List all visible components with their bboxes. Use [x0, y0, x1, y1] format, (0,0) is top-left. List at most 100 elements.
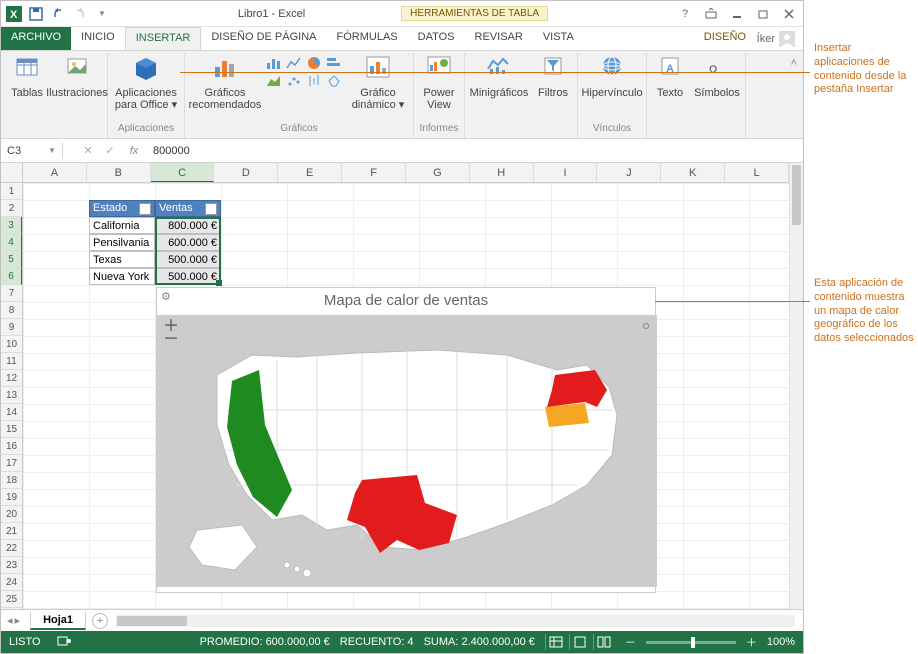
row-header[interactable]: 17 — [1, 455, 22, 472]
table-cell[interactable]: Nueva York — [89, 268, 155, 285]
row-header[interactable]: 19 — [1, 489, 22, 506]
pivotchart-button[interactable]: Gráfico dinámico ▾ — [347, 55, 409, 111]
help-icon[interactable]: ? — [675, 5, 695, 23]
fx-icon[interactable]: fx — [121, 145, 147, 157]
row-header[interactable]: 6 — [1, 268, 22, 285]
column-header[interactable]: F — [342, 163, 406, 182]
select-all-corner[interactable] — [1, 163, 23, 183]
macro-record-icon[interactable] — [57, 635, 71, 650]
zoom-level[interactable]: 100% — [767, 636, 795, 648]
column-header[interactable]: A — [23, 163, 87, 182]
zoom-out-icon[interactable]: － — [625, 634, 636, 650]
view-page-layout-icon[interactable] — [569, 634, 591, 650]
column-header[interactable]: C — [151, 163, 215, 182]
table-cell[interactable]: 800.000 € — [155, 217, 221, 234]
spreadsheet-grid[interactable]: ABCDEFGHIJKL 123456789101112131415161718… — [1, 163, 803, 609]
row-header[interactable]: 8 — [1, 302, 22, 319]
column-header[interactable]: I — [534, 163, 598, 182]
row-header[interactable]: 9 — [1, 319, 22, 336]
row-header[interactable]: 23 — [1, 557, 22, 574]
table-cell[interactable]: 500.000 € — [155, 251, 221, 268]
row-header[interactable]: 4 — [1, 234, 22, 251]
table-cell[interactable]: Texas — [89, 251, 155, 268]
column-header[interactable]: B — [87, 163, 151, 182]
column-header[interactable]: K — [661, 163, 725, 182]
vertical-scrollbar[interactable] — [789, 163, 803, 609]
table-cell[interactable]: 500.000 € — [155, 268, 221, 285]
recommended-charts-button[interactable]: Gráficos recomendados — [189, 55, 261, 111]
sparklines-button[interactable]: Minigráficos — [469, 55, 529, 111]
row-header[interactable]: 11 — [1, 353, 22, 370]
signed-in-user[interactable]: Íker — [757, 31, 795, 47]
table-header-estado[interactable]: Estado▾ — [89, 200, 155, 217]
close-icon[interactable] — [779, 5, 799, 23]
row-header[interactable]: 16 — [1, 438, 22, 455]
app-settings-gear-icon[interactable]: ⚙ — [161, 290, 171, 303]
symbols-button[interactable]: ΩSímbolos — [693, 55, 741, 111]
content-app-heatmap[interactable]: ⚙ Mapa de calor de ventas ＋－ — [156, 287, 656, 593]
apps-for-office-button[interactable]: Aplicaciones para Office ▾ — [112, 55, 180, 111]
row-header[interactable]: 15 — [1, 421, 22, 438]
name-box[interactable]: C3▼ — [1, 143, 63, 159]
minimize-icon[interactable] — [727, 5, 747, 23]
new-sheet-button[interactable]: + — [92, 613, 108, 629]
zoom-in-icon[interactable]: ＋ — [746, 634, 757, 650]
redo-icon[interactable] — [71, 5, 89, 23]
column-header[interactable]: J — [597, 163, 661, 182]
tab-formulas[interactable]: FÓRMULAS — [327, 27, 408, 50]
sheet-nav-next-icon[interactable]: ▸ — [15, 614, 21, 627]
illustrations-button[interactable]: Ilustraciones — [51, 55, 103, 111]
tab-vista[interactable]: VISTA — [533, 27, 584, 50]
map-zoom-controls[interactable]: ＋－ — [163, 321, 179, 347]
column-header[interactable]: H — [470, 163, 534, 182]
row-header[interactable]: 24 — [1, 574, 22, 591]
undo-icon[interactable] — [49, 5, 67, 23]
row-header[interactable]: 12 — [1, 370, 22, 387]
row-header[interactable]: 18 — [1, 472, 22, 489]
formula-input[interactable]: 800000 — [147, 143, 803, 159]
column-header[interactable]: G — [406, 163, 470, 182]
filter-dropdown-icon[interactable]: ▾ — [139, 203, 151, 215]
view-normal-icon[interactable] — [545, 634, 567, 650]
save-icon[interactable] — [27, 5, 45, 23]
tab-insertar[interactable]: INSERTAR — [125, 27, 202, 50]
collapse-ribbon-icon[interactable]: ˄ — [785, 53, 803, 73]
row-header[interactable]: 25 — [1, 591, 22, 608]
row-header[interactable]: 1 — [1, 183, 22, 200]
row-header[interactable]: 22 — [1, 540, 22, 557]
hyperlink-button[interactable]: Hipervínculo — [582, 55, 642, 111]
tab-datos[interactable]: DATOS — [408, 27, 465, 50]
column-header[interactable]: D — [214, 163, 278, 182]
table-cell[interactable]: 600.000 € — [155, 234, 221, 251]
zoom-slider[interactable] — [646, 641, 736, 644]
filter-dropdown-icon[interactable]: ▾ — [205, 203, 217, 215]
row-header[interactable]: 2 — [1, 200, 22, 217]
column-headers[interactable]: ABCDEFGHIJKL — [23, 163, 789, 183]
text-button[interactable]: ATexto — [651, 55, 689, 111]
view-page-break-icon[interactable] — [593, 634, 615, 650]
tab-archivo[interactable]: ARCHIVO — [1, 27, 71, 50]
tables-button[interactable]: Tablas — [7, 55, 47, 111]
table-cell[interactable]: California — [89, 217, 155, 234]
table-header-ventas[interactable]: Ventas▾ — [155, 200, 221, 217]
tab-diseno[interactable]: DISEÑO — [694, 27, 756, 50]
row-header[interactable]: 20 — [1, 506, 22, 523]
row-header[interactable]: 13 — [1, 387, 22, 404]
tab-revisar[interactable]: REVISAR — [465, 27, 533, 50]
tab-diseno-pagina[interactable]: DISEÑO DE PÁGINA — [201, 27, 326, 50]
power-view-button[interactable]: Power View — [418, 55, 460, 111]
enter-formula-icon[interactable]: ✓ — [105, 144, 114, 157]
row-headers[interactable]: 1234567891011121314151617181920212223242… — [1, 183, 23, 609]
restore-icon[interactable] — [753, 5, 773, 23]
table-cell[interactable]: Pensilvania — [89, 234, 155, 251]
column-header[interactable]: L — [725, 163, 789, 182]
tab-inicio[interactable]: INICIO — [71, 27, 125, 50]
column-header[interactable]: E — [278, 163, 342, 182]
row-header[interactable]: 14 — [1, 404, 22, 421]
ribbon-options-icon[interactable] — [701, 5, 721, 23]
cancel-formula-icon[interactable]: ✕ — [83, 144, 92, 157]
sheet-tab-hoja1[interactable]: Hoja1 — [30, 612, 86, 630]
row-header[interactable]: 5 — [1, 251, 22, 268]
row-header[interactable]: 21 — [1, 523, 22, 540]
row-header[interactable]: 3 — [1, 217, 22, 234]
